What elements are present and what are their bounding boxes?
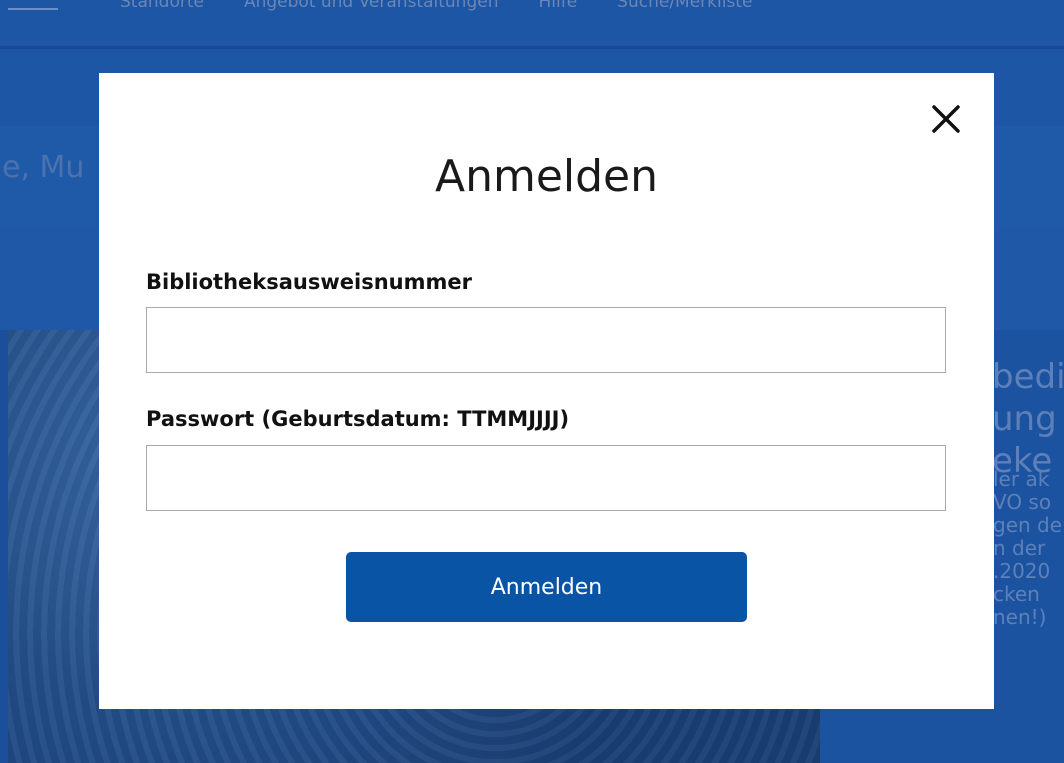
login-button[interactable]: Anmelden: [346, 552, 747, 622]
password-input[interactable]: [146, 445, 946, 511]
nav-items: Standorte Angebot und Veranstaltungen Hi…: [120, 0, 752, 12]
nav-item: Standorte: [120, 0, 204, 12]
library-card-label: Bibliotheksausweisnummer: [146, 270, 472, 294]
nav-item: Hilfe: [538, 0, 578, 12]
nav-item: Suche/Merkliste: [617, 0, 753, 12]
login-dialog: Anmelden Bibliotheksausweisnummer Passwo…: [99, 73, 994, 709]
library-card-input[interactable]: [146, 307, 946, 373]
dialog-title: Anmelden: [434, 151, 659, 202]
background-page-title: e, Mu: [2, 150, 85, 185]
password-label: Passwort (Geburtsdatum: TTMMJJJJ): [146, 407, 570, 431]
nav-active-indicator: [8, 8, 58, 10]
background-side-heading: bedi ung eke: [992, 357, 1064, 481]
nav-item: Angebot und Veranstaltungen: [243, 0, 499, 12]
top-navigation: Standorte Angebot und Veranstaltungen Hi…: [0, 0, 1064, 46]
close-icon: [932, 105, 960, 133]
background-side-text: ler ak VO so gen de n der .2020 cken nen…: [993, 467, 1063, 629]
close-button[interactable]: [926, 99, 966, 139]
